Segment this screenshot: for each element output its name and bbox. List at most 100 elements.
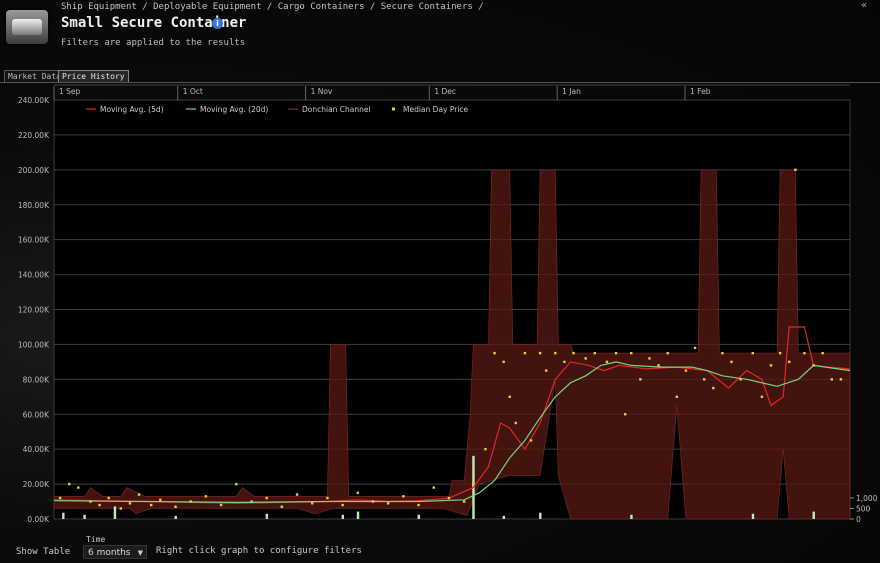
median-price-point — [788, 360, 791, 364]
median-price-point — [721, 351, 724, 355]
median-price-point — [219, 503, 223, 507]
median-price-point — [593, 351, 596, 355]
volume-bar — [83, 514, 86, 519]
median-price-point — [462, 500, 466, 503]
legend-swatch — [392, 107, 395, 111]
volume-bar — [812, 511, 815, 519]
median-price-point — [107, 496, 110, 500]
median-price-point — [265, 496, 268, 500]
median-price-point — [174, 505, 177, 508]
volume-bar — [62, 512, 65, 519]
median-price-point — [159, 498, 162, 501]
median-price-point — [803, 351, 806, 355]
median-price-point — [484, 447, 487, 451]
median-price-point — [341, 503, 344, 507]
y-tick-label: 220.00K — [18, 131, 50, 140]
median-price-point — [794, 168, 797, 172]
time-label: Time — [86, 535, 106, 544]
volume-bar — [265, 513, 269, 519]
volume-bar — [174, 515, 177, 519]
median-price-point — [821, 351, 824, 355]
y-tick-label: 120.00K — [18, 306, 50, 315]
median-price-point — [623, 413, 627, 416]
median-price-point — [67, 482, 71, 486]
median-price-point — [554, 351, 557, 355]
show-table-link[interactable]: Show Table — [16, 547, 70, 557]
median-price-point — [417, 503, 420, 507]
median-price-point — [684, 369, 688, 372]
y-tick-label: 100.00K — [18, 340, 50, 349]
y-tick-label: 200.00K — [18, 166, 50, 175]
median-price-point — [657, 364, 660, 367]
median-price-point — [295, 493, 299, 496]
y-tick-label: 40.00K — [23, 445, 50, 454]
median-price-point — [432, 486, 435, 489]
median-price-point — [514, 421, 518, 425]
volume-bar — [417, 514, 420, 519]
hint-text: Right click graph to configure filters — [156, 546, 362, 556]
median-price-point — [675, 395, 679, 398]
median-price-point — [666, 351, 669, 355]
time-range-select[interactable]: 6 months ▼ — [83, 545, 147, 559]
median-price-point — [472, 482, 475, 486]
x-tick-label: 1 Nov — [311, 87, 333, 96]
median-price-point — [523, 351, 527, 355]
median-price-point — [830, 378, 833, 381]
median-price-point — [280, 505, 284, 508]
volume-bar — [356, 511, 360, 519]
median-price-point — [235, 482, 238, 486]
median-price-point — [739, 378, 742, 381]
legend-label: Moving Avg. (5d) — [100, 105, 164, 114]
volume-tick-label: 1,000 — [856, 494, 878, 503]
time-range-value: 6 months — [88, 548, 131, 558]
median-price-point — [402, 495, 405, 498]
median-price-point — [812, 364, 815, 367]
median-price-point — [584, 357, 587, 360]
legend-label: Donchian Channel — [302, 105, 371, 114]
median-price-point — [250, 500, 253, 503]
median-price-point — [77, 486, 80, 489]
median-price-point — [150, 503, 153, 507]
median-price-point — [648, 357, 651, 360]
median-price-point — [605, 360, 609, 364]
median-price-point — [639, 378, 642, 381]
price-history-chart[interactable]: 0.00K 20.00K 40.00K 60.00K 80.00K 100.00K 120.… — [0, 0, 880, 563]
median-price-point — [128, 502, 132, 505]
median-price-point — [572, 351, 575, 355]
median-price-point — [630, 351, 633, 355]
y-tick-label: 0.00K — [27, 515, 50, 524]
volume-bar — [113, 506, 117, 519]
median-price-point — [712, 386, 715, 390]
median-price-point — [311, 502, 314, 505]
x-tick-label: 1 Sep — [59, 87, 81, 96]
median-price-point — [58, 496, 62, 500]
y-tick-label: 60.00K — [23, 410, 50, 419]
y-tick-label: 20.00K — [23, 480, 50, 489]
median-price-point — [751, 351, 754, 355]
y-tick-label: 160.00K — [18, 236, 50, 245]
median-price-point — [493, 351, 496, 355]
median-price-point — [119, 507, 123, 510]
y-tick-label: 80.00K — [23, 375, 50, 384]
chevron-down-icon: ▼ — [137, 549, 143, 557]
x-tick-label: 1 Feb — [690, 87, 711, 96]
median-price-point — [544, 369, 548, 372]
median-price-point — [702, 378, 706, 381]
median-price-point — [98, 503, 101, 507]
median-price-point — [204, 495, 208, 498]
y-tick-label: 240.00K — [18, 96, 50, 105]
volume-bar — [502, 515, 506, 519]
median-price-point — [614, 351, 618, 355]
median-price-point — [760, 395, 764, 398]
legend-label: Moving Avg. (20d) — [200, 105, 268, 114]
median-price-point — [563, 360, 566, 364]
median-price-point — [371, 500, 375, 503]
legend-label: Median Day Price — [403, 105, 469, 114]
median-price-point — [356, 491, 360, 495]
volume-bar — [341, 514, 345, 519]
median-price-point — [529, 439, 533, 442]
median-price-point — [778, 351, 782, 355]
x-tick-label: 1 Oct — [183, 87, 203, 96]
volume-bar — [630, 514, 633, 519]
median-price-point — [326, 496, 329, 500]
